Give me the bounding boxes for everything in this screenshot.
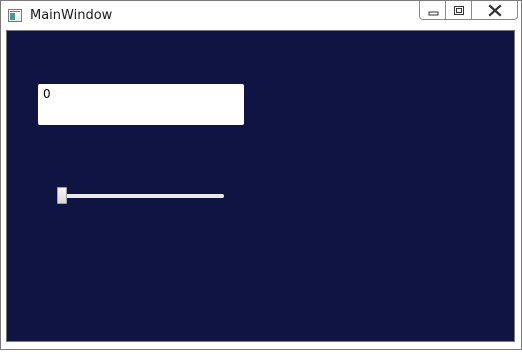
main-window: MainWindow 0 [0, 0, 522, 350]
caption-buttons [419, 1, 518, 21]
maximize-icon [454, 6, 464, 15]
title-bar[interactable]: MainWindow [1, 1, 521, 30]
value-textbox[interactable]: 0 [38, 84, 244, 125]
client-area: 0 [6, 30, 515, 342]
minimize-button[interactable] [419, 1, 446, 20]
slider-track[interactable] [57, 194, 224, 198]
maximize-button[interactable] [446, 1, 472, 20]
app-window-icon [8, 9, 22, 22]
close-button[interactable] [472, 1, 518, 20]
minimize-icon [428, 11, 439, 16]
window-title: MainWindow [30, 8, 113, 23]
value-slider[interactable] [57, 186, 227, 206]
slider-thumb[interactable] [57, 187, 67, 204]
close-icon [488, 4, 502, 17]
